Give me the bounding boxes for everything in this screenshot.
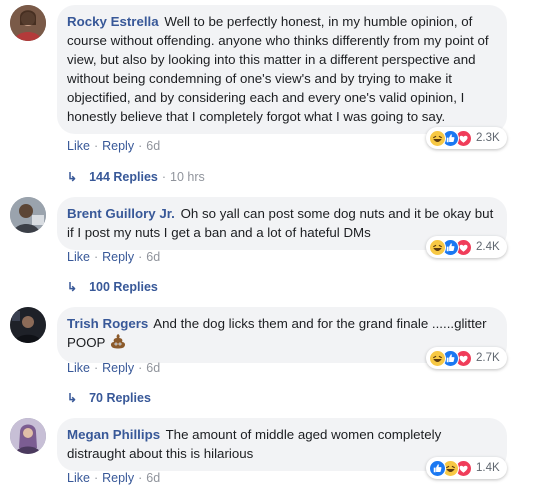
reaction-summary[interactable]: 1.4K bbox=[426, 457, 507, 479]
comment-timestamp[interactable]: 6d bbox=[146, 471, 160, 485]
reaction-count: 2.3K bbox=[476, 132, 500, 144]
comment-timestamp[interactable]: 6d bbox=[146, 139, 160, 153]
view-replies-link[interactable]: ↳ 144 Replies · 10 hrs bbox=[67, 170, 205, 184]
comment-author[interactable]: Megan Phillips bbox=[67, 427, 160, 442]
reply-link[interactable]: Reply bbox=[102, 139, 134, 153]
comment-author[interactable]: Rocky Estrella bbox=[67, 14, 159, 29]
comment-timestamp[interactable]: 6d bbox=[146, 250, 160, 264]
reaction-count: 1.4K bbox=[476, 462, 500, 474]
avatar[interactable] bbox=[10, 307, 46, 343]
reply-arrow-icon: ↳ bbox=[67, 280, 78, 294]
comment-actions: Like · Reply · 6d bbox=[67, 139, 161, 153]
reply-arrow-icon: ↳ bbox=[67, 170, 78, 184]
view-replies-link[interactable]: ↳ 70 Replies bbox=[67, 391, 151, 405]
haha-reaction-icon bbox=[429, 238, 446, 256]
reply-link[interactable]: Reply bbox=[102, 361, 134, 375]
reply-link[interactable]: Reply bbox=[102, 471, 134, 485]
like-link[interactable]: Like bbox=[67, 361, 90, 375]
reply-arrow-icon: ↳ bbox=[67, 391, 78, 405]
reaction-summary[interactable]: 2.3K bbox=[426, 127, 507, 149]
avatar[interactable] bbox=[10, 197, 46, 233]
comment-actions: Like · Reply · 6d bbox=[67, 361, 161, 375]
replies-count[interactable]: 100 Replies bbox=[89, 280, 158, 294]
like-link[interactable]: Like bbox=[67, 139, 90, 153]
replies-count[interactable]: 70 Replies bbox=[89, 391, 151, 405]
comment-actions: Like · Reply · 6d bbox=[67, 471, 161, 485]
reaction-summary[interactable]: 2.7K bbox=[426, 347, 507, 369]
comment-actions: Like · Reply · 6d bbox=[67, 250, 161, 264]
poop-emoji-icon bbox=[109, 333, 127, 355]
replies-timestamp: 10 hrs bbox=[170, 170, 205, 184]
haha-reaction-icon bbox=[429, 349, 446, 367]
comment-text: Well to be perfectly honest, in my humbl… bbox=[67, 14, 489, 124]
comment-bubble: Rocky Estrella Well to be perfectly hone… bbox=[57, 5, 507, 134]
like-link[interactable]: Like bbox=[67, 471, 90, 485]
avatar[interactable] bbox=[10, 5, 46, 41]
view-replies-link[interactable]: ↳ 100 Replies bbox=[67, 280, 158, 294]
avatar[interactable] bbox=[10, 418, 46, 454]
comment-author[interactable]: Trish Rogers bbox=[67, 316, 148, 331]
reaction-count: 2.4K bbox=[476, 241, 500, 253]
haha-reaction-icon bbox=[429, 129, 446, 147]
reaction-summary[interactable]: 2.4K bbox=[426, 236, 507, 258]
comment-timestamp[interactable]: 6d bbox=[146, 361, 160, 375]
like-link[interactable]: Like bbox=[67, 250, 90, 264]
replies-count[interactable]: 144 Replies bbox=[89, 170, 158, 184]
like-reaction-icon bbox=[429, 459, 446, 477]
reply-link[interactable]: Reply bbox=[102, 250, 134, 264]
comment-author[interactable]: Brent Guillory Jr. bbox=[67, 206, 175, 221]
reaction-count: 2.7K bbox=[476, 352, 500, 364]
